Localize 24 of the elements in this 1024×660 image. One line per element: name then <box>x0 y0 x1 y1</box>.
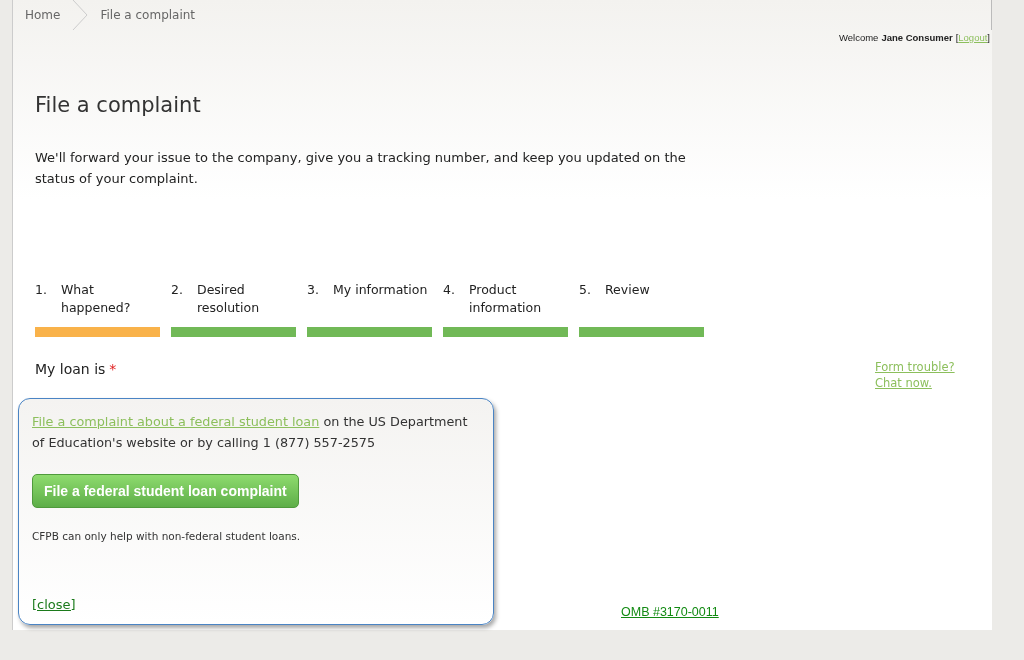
popup-text: File a complaint about a federal student loan on the US Department of Education's website or by calling 1 (877) 557-2575 <box>32 413 469 452</box>
field-label: My loan is <box>35 361 106 377</box>
user-name: Jane Consumer <box>881 32 953 43</box>
popup-note: CFPB can only help with non-federal student loans. <box>32 530 302 542</box>
bracket-text: [ <box>955 32 959 43</box>
omb-link[interactable]: OMB #3170-0011 <box>621 605 719 619</box>
step-label[interactable]: What happened? <box>61 281 160 327</box>
breadcrumb-link[interactable]: File a complaint <box>88 8 208 22</box>
step-number: 5. <box>579 281 592 299</box>
welcome-text: Welcome <box>838 32 879 43</box>
step-number: 1. <box>35 281 48 299</box>
breadcrumb-link[interactable]: Home <box>13 8 73 22</box>
step-label[interactable]: Review <box>605 281 650 327</box>
step-number: 3. <box>307 281 320 299</box>
bracket-text: ] <box>987 32 990 43</box>
close-link[interactable]: [close] <box>32 597 76 612</box>
step-label[interactable]: My information <box>333 281 428 327</box>
step-number: 4. <box>443 281 456 299</box>
step-label[interactable]: Desired resolution <box>197 281 296 327</box>
intro-text: We'll forward your issue to the company, give you a tracking number, and keep you updated on the status of your complaint. <box>35 149 687 188</box>
required-mark: * <box>109 361 117 377</box>
page-title: File a complaint <box>35 93 202 117</box>
step-number: 2. <box>171 281 184 299</box>
step-label[interactable]: Product information <box>469 281 568 327</box>
